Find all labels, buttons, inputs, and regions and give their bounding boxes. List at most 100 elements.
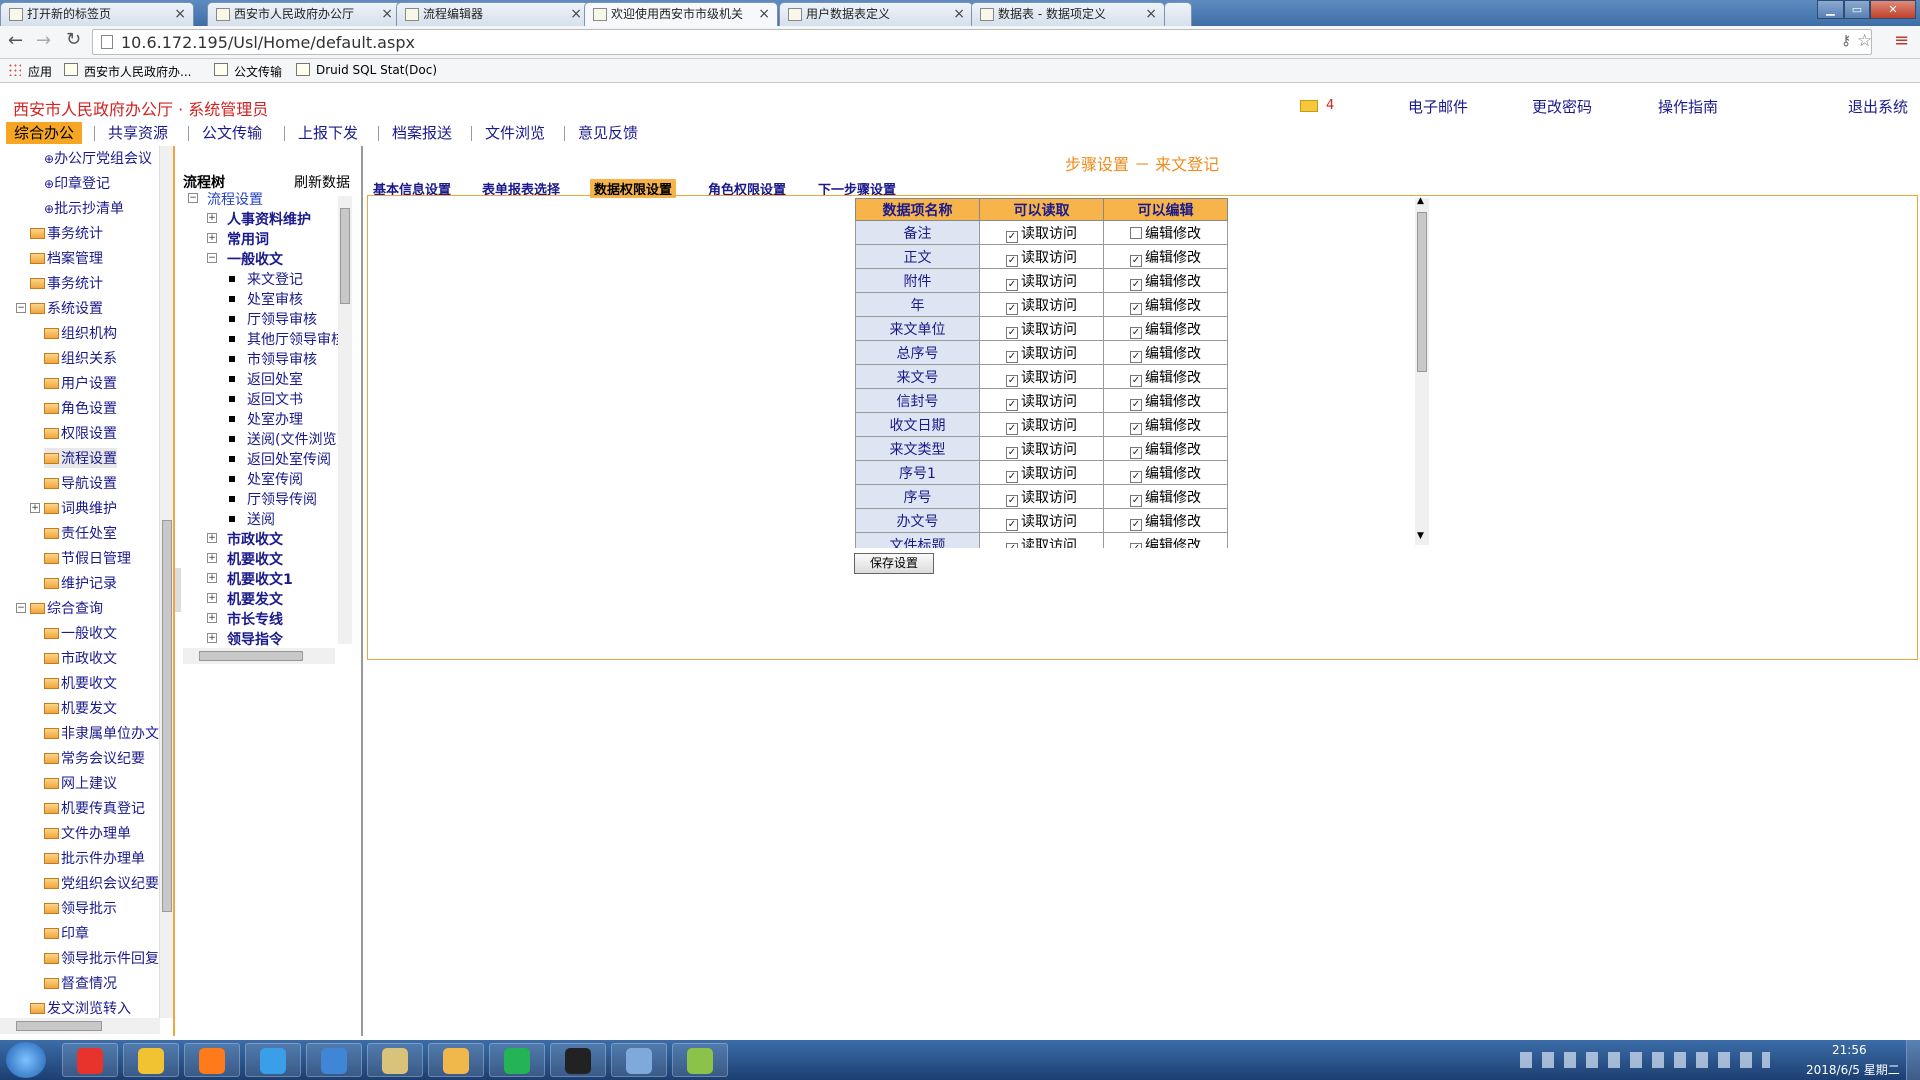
show-desktop-button[interactable] xyxy=(1906,1040,1920,1080)
tree-group[interactable]: 常用词 xyxy=(227,229,269,249)
tab-close-icon[interactable]: × xyxy=(174,3,186,25)
start-button[interactable] xyxy=(6,1042,46,1078)
left-nav-item[interactable]: 导航设置 xyxy=(44,473,117,493)
left-nav-item[interactable]: 领导批示 xyxy=(44,898,117,918)
guide-link[interactable]: 操作指南 xyxy=(1658,96,1718,117)
tree-root[interactable]: 流程设置 xyxy=(207,189,263,209)
left-nav-item[interactable]: 一般收文 xyxy=(44,623,117,643)
bookmark-3[interactable]: Druid SQL Stat(Doc) xyxy=(316,63,437,77)
tree-group[interactable]: 市政收文 xyxy=(227,529,283,549)
read-checkbox[interactable]: ✓ xyxy=(1006,470,1018,483)
tree-toggle-icon[interactable]: + xyxy=(207,633,217,643)
read-checkbox[interactable]: ✓ xyxy=(1006,302,1018,315)
tree-leaf[interactable]: 处室办理 xyxy=(247,409,303,429)
address-bar[interactable]: 10.6.172.195/Usl/Home/default.aspx ⚷ ☆ xyxy=(92,29,1872,55)
edit-checkbox[interactable]: ✓ xyxy=(1130,542,1142,548)
weibo-app-icon[interactable] xyxy=(62,1043,118,1077)
left-nav-item[interactable]: 用户设置 xyxy=(44,373,117,393)
edit-checkbox[interactable]: ✓ xyxy=(1130,422,1142,435)
tree-toggle-icon[interactable]: + xyxy=(207,233,217,243)
back-icon[interactable]: ← xyxy=(8,30,23,51)
left-nav-item[interactable]: 综合查询 xyxy=(30,598,103,618)
menu-item[interactable]: 文件浏览 xyxy=(485,122,545,144)
minimize-button[interactable]: ▁ xyxy=(1817,0,1844,19)
tree-vscrollbar[interactable] xyxy=(338,196,352,644)
firefox-icon[interactable] xyxy=(184,1043,240,1077)
edit-checkbox[interactable]: ✓ xyxy=(1130,326,1142,339)
browser-tab[interactable]: 数据表 - 数据项定义 × xyxy=(971,2,1165,26)
left-nav-item[interactable]: 档案管理 xyxy=(30,248,103,268)
edit-checkbox[interactable]: ✓ xyxy=(1130,350,1142,363)
tree-leaf[interactable]: 来文登记 xyxy=(247,269,303,289)
close-window-button[interactable]: ✕ xyxy=(1870,0,1916,19)
tree-group[interactable]: 市长专线 xyxy=(227,609,283,629)
edit-checkbox[interactable]: ✓ xyxy=(1130,446,1142,459)
tree-leaf[interactable]: 处室传阅 xyxy=(247,469,303,489)
edit-checkbox[interactable]: ✓ xyxy=(1130,374,1142,387)
chat-app-icon[interactable] xyxy=(428,1043,484,1077)
left-nav-hscroll-thumb[interactable] xyxy=(16,1021,102,1031)
save-settings-button[interactable]: 保存设置 xyxy=(854,553,934,574)
tree-toggle-icon[interactable]: + xyxy=(207,553,217,563)
reload-icon[interactable]: ↻ xyxy=(66,29,81,50)
tree-leaf[interactable]: 送阅 xyxy=(247,509,275,529)
left-nav-item[interactable]: 流程设置 xyxy=(44,448,117,468)
left-nav-item[interactable]: 机要传真登记 xyxy=(44,798,145,818)
tree-hscrollbar[interactable] xyxy=(183,648,335,664)
browser-tab[interactable]: 流程编辑器 × xyxy=(396,2,590,26)
menu-icon[interactable]: ≡ xyxy=(1894,30,1909,51)
edit-checkbox[interactable]: ✓ xyxy=(1130,278,1142,291)
left-nav-item[interactable]: 权限设置 xyxy=(44,423,117,443)
browser-tab[interactable]: 欢迎使用西安市市级机关 × xyxy=(584,2,778,27)
tree-leaf[interactable]: 其他厅领导审核 xyxy=(247,329,345,349)
tree-toggle-icon[interactable]: − xyxy=(188,193,198,203)
tree-toggle-icon[interactable]: + xyxy=(207,533,217,543)
left-nav-item[interactable]: 印章 xyxy=(44,923,89,943)
tree-group[interactable]: 机要收文 xyxy=(227,549,283,569)
menu-item[interactable]: 综合办公 xyxy=(6,122,83,144)
tab-close-icon[interactable]: × xyxy=(758,3,770,25)
read-checkbox[interactable]: ✓ xyxy=(1006,446,1018,459)
tree-group[interactable]: 领导指令 xyxy=(227,629,283,649)
mindmanager-icon[interactable] xyxy=(550,1043,606,1077)
left-nav-item[interactable]: 发文浏览转入 xyxy=(30,998,131,1018)
browser-tab[interactable]: 用户数据表定义 × xyxy=(779,2,973,26)
read-checkbox[interactable]: ✓ xyxy=(1006,374,1018,387)
forward-icon[interactable]: → xyxy=(36,30,51,51)
tree-hscroll-thumb[interactable] xyxy=(199,651,303,661)
tree-toggle-icon[interactable]: + xyxy=(207,593,217,603)
change-password-link[interactable]: 更改密码 xyxy=(1532,96,1592,117)
left-nav-scrollbar[interactable] xyxy=(159,146,173,1018)
read-checkbox[interactable]: ✓ xyxy=(1006,422,1018,435)
read-checkbox[interactable]: ✓ xyxy=(1006,326,1018,339)
left-nav-item[interactable]: 非隶属单位办文 xyxy=(44,723,159,743)
qq-app-icon[interactable] xyxy=(123,1043,179,1077)
bookmark-2[interactable]: 公文传输 xyxy=(234,63,282,80)
left-nav-item[interactable]: 责任处室 xyxy=(44,523,117,543)
tree-leaf[interactable]: 返回处室 xyxy=(247,369,303,389)
restore-button[interactable]: ▭ xyxy=(1844,0,1870,19)
left-nav-item[interactable]: 市政收文 xyxy=(44,648,117,668)
edit-checkbox[interactable]: ✓ xyxy=(1130,494,1142,507)
file-explorer-icon[interactable] xyxy=(367,1043,423,1077)
email-link[interactable]: 电子邮件 xyxy=(1408,96,1468,117)
read-checkbox[interactable]: ✓ xyxy=(1006,518,1018,531)
left-nav-item[interactable]: 系统设置 xyxy=(30,298,103,318)
left-nav-item[interactable]: 节假日管理 xyxy=(44,548,131,568)
left-nav-item[interactable]: 事务统计 xyxy=(30,223,103,243)
left-nav-item[interactable]: 事务统计 xyxy=(30,273,103,293)
new-tab-button[interactable] xyxy=(1164,2,1192,26)
read-checkbox[interactable]: ✓ xyxy=(1006,542,1018,548)
left-nav-item[interactable]: 网上建议 xyxy=(44,773,117,793)
tab-close-icon[interactable]: × xyxy=(953,3,965,25)
chrome-icon[interactable] xyxy=(245,1043,301,1077)
left-nav-item[interactable]: 批示件办理单 xyxy=(44,848,145,868)
tree-group[interactable]: 机要发文 xyxy=(227,589,283,609)
menu-item[interactable]: 上报下发 xyxy=(298,122,358,144)
tree-toggle-icon[interactable]: − xyxy=(207,253,217,263)
tree-leaf[interactable]: 返回处室传阅 xyxy=(247,449,331,469)
chart-app-icon[interactable] xyxy=(672,1043,728,1077)
left-nav-scroll-thumb[interactable] xyxy=(162,520,172,912)
left-nav-item[interactable]: 党组织会议纪要 xyxy=(44,873,159,893)
tree-toggle-icon[interactable]: + xyxy=(207,613,217,623)
